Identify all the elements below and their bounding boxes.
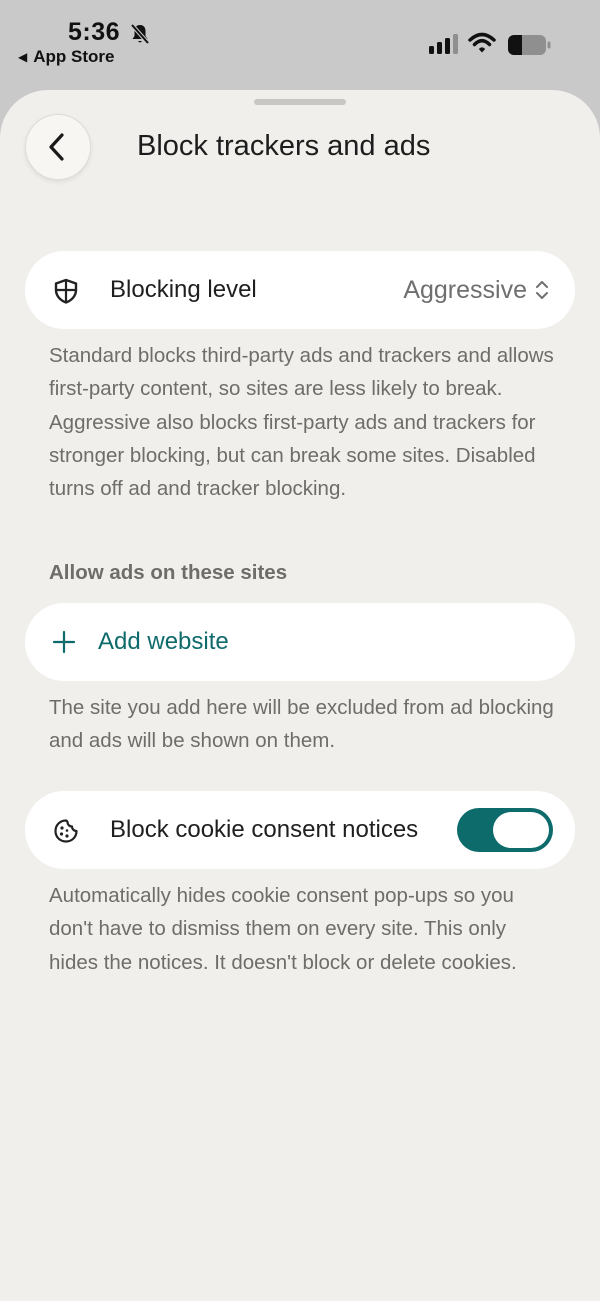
plus-icon: [52, 630, 76, 654]
allow-ads-description: The site you add here will be excluded f…: [49, 696, 554, 753]
cookie-icon: [54, 819, 78, 843]
blocking-level-description: Standard blocks third-party ads and trac…: [49, 344, 554, 501]
allow-ads-section-label: Allow ads on these sites: [49, 561, 288, 584]
status-time: 5:36: [68, 18, 121, 46]
settings-sheet: Block trackers and ads Blocking level Ag…: [0, 90, 600, 1301]
bell-slash-icon: [130, 23, 150, 45]
back-to-app-link[interactable]: ◀ App Store: [18, 47, 114, 67]
add-website-button[interactable]: Add website: [25, 603, 575, 681]
toggle-knob: [493, 812, 549, 848]
wifi-icon: [468, 32, 496, 53]
blocking-level-value: Aggressive: [403, 275, 527, 304]
blocking-level-dropdown[interactable]: Aggressive: [403, 276, 549, 305]
page-title: Block trackers and ads: [137, 130, 431, 162]
back-button[interactable]: [25, 114, 91, 180]
block-cookie-notices-row[interactable]: Block cookie consent notices: [25, 791, 575, 869]
sheet-grabber[interactable]: [254, 99, 346, 105]
blocking-level-label: Blocking level: [110, 276, 257, 303]
battery-icon: [508, 35, 551, 55]
shield-icon: [54, 278, 78, 304]
status-bar: 5:36 ◀ App Store: [0, 0, 600, 90]
back-triangle-icon: ◀: [18, 50, 28, 64]
chevron-left-icon: [49, 133, 64, 161]
signal-icon: [429, 34, 458, 54]
back-app-label: App Store: [33, 47, 115, 66]
block-cookie-notices-label: Block cookie consent notices: [110, 816, 419, 843]
chevron-up-down-icon: [536, 281, 548, 299]
block-cookie-notices-toggle[interactable]: [457, 808, 553, 852]
add-website-label: Add website: [98, 628, 229, 655]
blocking-level-row[interactable]: Blocking level Aggressive: [25, 251, 575, 329]
cookie-notices-description: Automatically hides cookie consent pop-u…: [49, 884, 517, 974]
